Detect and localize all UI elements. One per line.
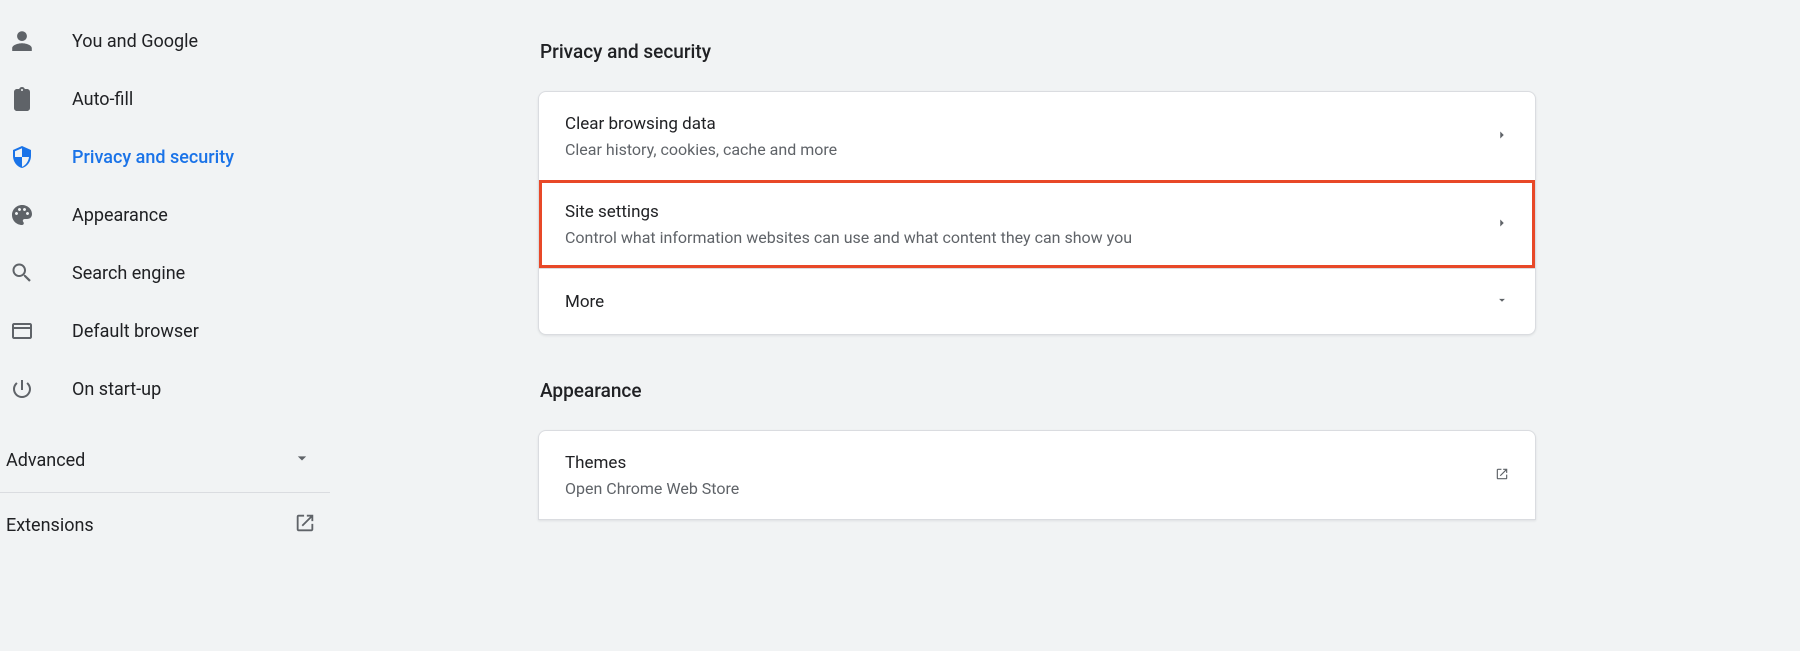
- sidebar-item-default-browser[interactable]: Default browser: [0, 302, 330, 360]
- card-appearance: Themes Open Chrome Web Store: [538, 430, 1536, 520]
- section-title-appearance: Appearance: [540, 379, 1800, 402]
- sidebar-advanced-label: Advanced: [6, 450, 85, 471]
- sidebar-item-label: Search engine: [72, 263, 185, 284]
- person-icon: [10, 29, 34, 53]
- sidebar-item-label: On start-up: [72, 379, 161, 400]
- row-site-settings[interactable]: Site settings Control what information w…: [539, 180, 1535, 268]
- sidebar-item-privacy-security[interactable]: Privacy and security: [0, 128, 330, 186]
- chevron-down-icon: [1495, 292, 1509, 311]
- sidebar-item-search-engine[interactable]: Search engine: [0, 244, 330, 302]
- row-clear-browsing-data[interactable]: Clear browsing data Clear history, cooki…: [539, 92, 1535, 180]
- settings-main: Privacy and security Clear browsing data…: [330, 0, 1800, 651]
- row-more[interactable]: More: [539, 268, 1535, 334]
- clipboard-icon: [10, 87, 34, 111]
- sidebar-advanced-toggle[interactable]: Advanced: [0, 432, 330, 488]
- sidebar-item-label: Auto-fill: [72, 89, 133, 110]
- row-subtitle: Open Chrome Web Store: [565, 479, 739, 498]
- sidebar-item-on-startup[interactable]: On start-up: [0, 360, 330, 418]
- row-title: Clear browsing data: [565, 114, 837, 134]
- chevron-down-icon: [292, 448, 312, 473]
- sidebar-item-label: Privacy and security: [72, 147, 234, 168]
- card-privacy-security: Clear browsing data Clear history, cooki…: [538, 91, 1536, 335]
- sidebar-item-label: Default browser: [72, 321, 199, 342]
- search-icon: [10, 261, 34, 285]
- palette-icon: [10, 203, 34, 227]
- power-icon: [10, 377, 34, 401]
- row-title: Themes: [565, 453, 739, 473]
- arrow-right-icon: [1495, 215, 1509, 234]
- open-in-new-icon: [294, 512, 316, 539]
- row-subtitle: Clear history, cookies, cache and more: [565, 140, 837, 159]
- row-title: Site settings: [565, 202, 1132, 222]
- section-title-privacy: Privacy and security: [540, 40, 1800, 63]
- settings-sidebar: You and Google Auto-fill Privacy and sec…: [0, 0, 330, 651]
- sidebar-item-appearance[interactable]: Appearance: [0, 186, 330, 244]
- row-subtitle: Control what information websites can us…: [565, 228, 1132, 247]
- browser-icon: [10, 319, 34, 343]
- row-themes[interactable]: Themes Open Chrome Web Store: [539, 431, 1535, 519]
- open-in-new-icon: [1495, 466, 1509, 485]
- sidebar-item-label: You and Google: [72, 31, 198, 52]
- sidebar-item-label: Appearance: [72, 205, 168, 226]
- shield-icon: [10, 145, 34, 169]
- row-title: More: [565, 292, 604, 312]
- sidebar-extensions-label: Extensions: [6, 515, 94, 536]
- sidebar-item-extensions[interactable]: Extensions: [0, 493, 330, 557]
- sidebar-item-you-and-google[interactable]: You and Google: [0, 12, 330, 70]
- sidebar-item-autofill[interactable]: Auto-fill: [0, 70, 330, 128]
- arrow-right-icon: [1495, 127, 1509, 146]
